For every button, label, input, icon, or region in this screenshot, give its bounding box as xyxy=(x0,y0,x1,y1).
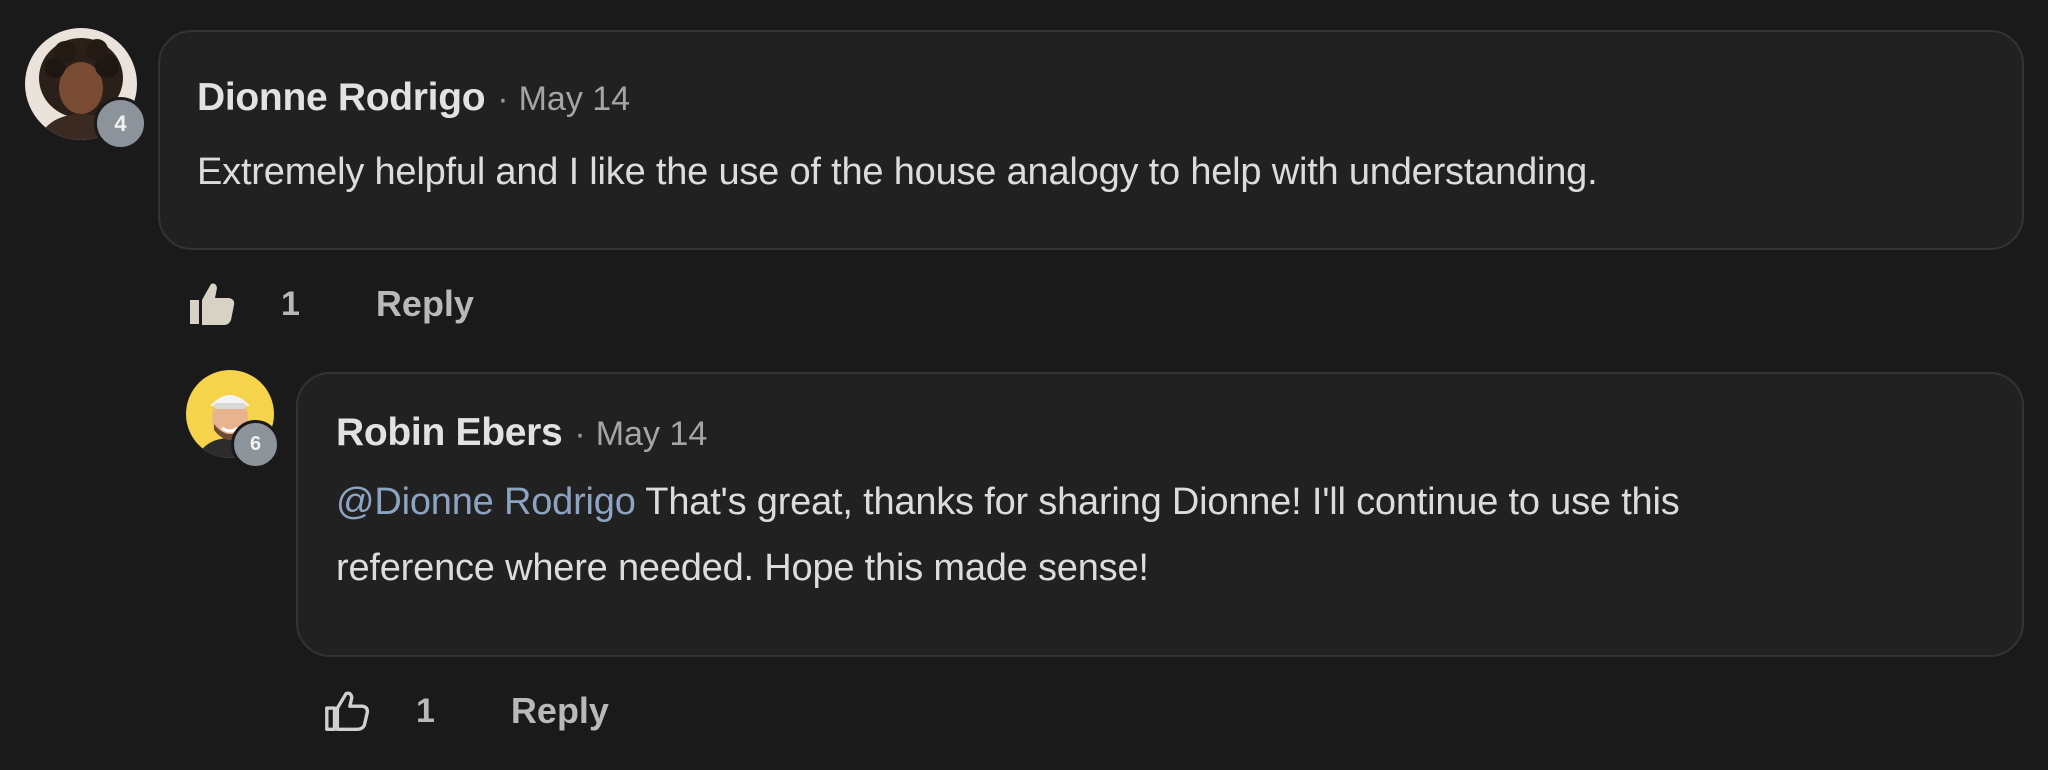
comment-text-line: @Dionne Rodrigo That's great, thanks for… xyxy=(336,469,1996,535)
comment-robin: 6 Robin Ebers · May 14 @Dionne Rodrigo T… xyxy=(0,330,2048,770)
meta-separator: · xyxy=(574,415,586,453)
thumbs-up-outline-icon xyxy=(322,686,372,736)
author-name[interactable]: Dionne Rodrigo xyxy=(197,76,486,120)
reply-button[interactable]: Reply xyxy=(511,690,609,732)
comment-date[interactable]: May 14 xyxy=(519,80,631,119)
user-mention-link[interactable]: @Dionne Rodrigo xyxy=(336,481,636,523)
comment-actions: 1 Reply xyxy=(186,278,474,330)
comment-date[interactable]: May 14 xyxy=(596,415,708,454)
like-count: 1 xyxy=(416,691,435,730)
level-number: 6 xyxy=(249,433,262,455)
level-number: 4 xyxy=(114,110,127,136)
comment-meta: Dionne Rodrigo · May 14 xyxy=(197,76,630,120)
comment-thread: 4 Dionne Rodrigo · May 14 Extremely help… xyxy=(0,0,2048,770)
like-button[interactable]: 1 xyxy=(186,278,300,330)
like-count: 1 xyxy=(281,284,300,323)
comment-bubble: Robin Ebers · May 14 @Dionne Rodrigo Tha… xyxy=(296,372,2024,657)
reply-button[interactable]: Reply xyxy=(376,283,474,325)
comment-text-line: reference where needed. Hope this made s… xyxy=(336,535,1996,601)
comment-bubble: Dionne Rodrigo · May 14 Extremely helpfu… xyxy=(158,30,2024,250)
meta-separator: · xyxy=(497,80,509,118)
thumbs-up-filled-icon xyxy=(186,278,238,330)
level-badge: 6 xyxy=(231,420,280,469)
level-badge: 4 xyxy=(94,97,147,150)
comment-meta: Robin Ebers · May 14 xyxy=(336,411,707,455)
avatar-dionne[interactable]: 4 xyxy=(25,28,147,150)
avatar-robin[interactable]: 6 xyxy=(186,370,280,469)
author-name[interactable]: Robin Ebers xyxy=(336,411,563,455)
comment-text-content: That's great, thanks for sharing Dionne!… xyxy=(635,481,1680,523)
comment-dionne: 4 Dionne Rodrigo · May 14 Extremely help… xyxy=(0,0,2048,330)
comment-text-content: reference where needed. Hope this made s… xyxy=(336,547,1149,589)
comment-actions: 1 Reply xyxy=(322,686,609,736)
comment-text: Extremely helpful and I like the use of … xyxy=(197,139,1987,205)
like-button[interactable]: 1 xyxy=(322,686,435,736)
comment-text: @Dionne Rodrigo That's great, thanks for… xyxy=(336,469,1996,601)
comment-text-content: Extremely helpful and I like the use of … xyxy=(197,151,1598,193)
